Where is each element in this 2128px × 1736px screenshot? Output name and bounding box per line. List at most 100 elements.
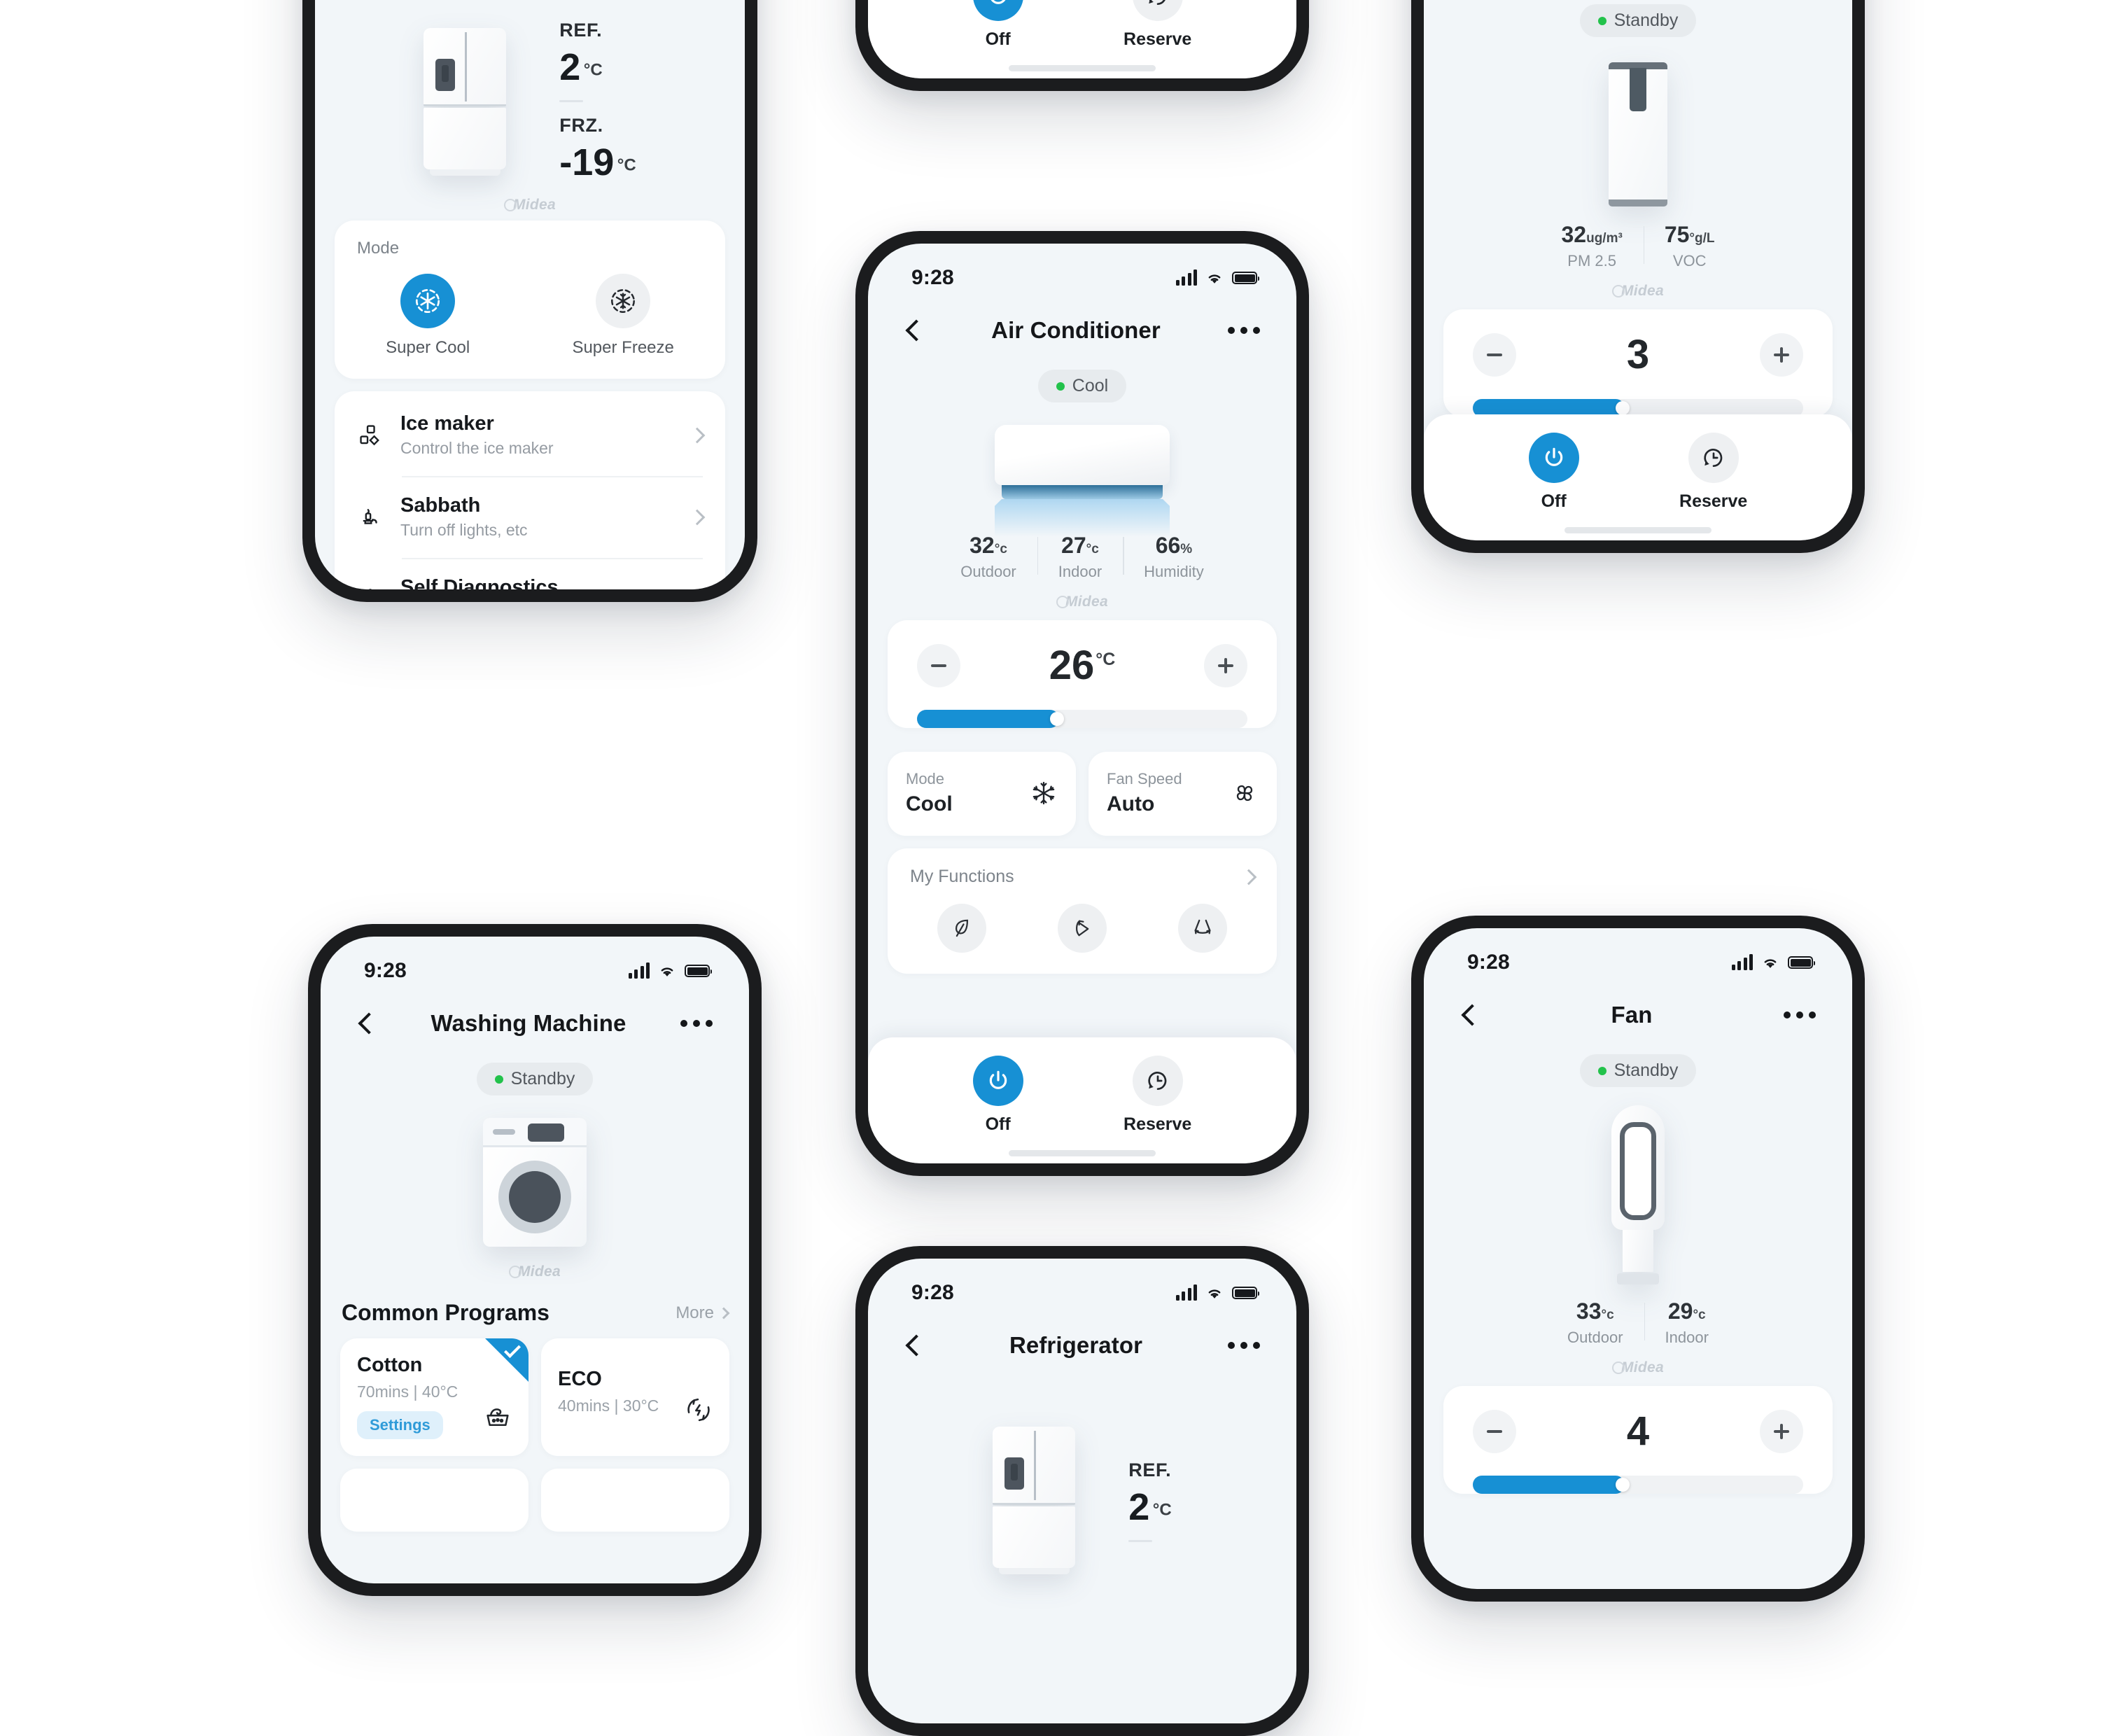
refrigerator-illustration — [424, 28, 507, 176]
feature-list-card: Ice maker Control the ice maker Sabbath — [335, 391, 725, 589]
program-detail: 70mins | 40°C — [357, 1382, 458, 1401]
more-options-button[interactable] — [1228, 1342, 1260, 1349]
temperature-card: 26°C — [888, 620, 1277, 728]
brand-logo: Midea — [315, 197, 745, 214]
temperature-slider[interactable] — [917, 710, 1247, 728]
reserve-button-label: Reserve — [1679, 491, 1748, 511]
phone-fan: 9:28 Fan Standby 33°c Outdoor 29°c Indoo… — [1411, 916, 1865, 1602]
list-item-self-diagnostics[interactable]: Self Diagnostics REF Fault Detection — [335, 558, 725, 589]
eco-bolt-icon — [683, 1394, 714, 1425]
leaf-icon[interactable] — [937, 904, 986, 953]
back-button[interactable] — [905, 1334, 927, 1357]
metric-value: 33 — [1576, 1298, 1602, 1324]
nav-bar: Fan — [1424, 990, 1852, 1040]
more-options-button[interactable] — [1228, 327, 1260, 334]
mode-card-label: Mode — [357, 239, 400, 258]
ref-label: REF. — [1128, 1459, 1172, 1480]
power-button[interactable]: Off — [972, 0, 1023, 50]
more-options-button[interactable] — [1784, 1011, 1816, 1018]
air-conditioner-illustration — [868, 425, 1296, 537]
chevron-right-icon[interactable] — [1240, 869, 1257, 885]
back-button[interactable] — [358, 1012, 380, 1035]
level-increase-button[interactable] — [1759, 1410, 1803, 1453]
fan-speed-tile[interactable]: Fan Speed Auto — [1088, 752, 1277, 836]
level-decrease-button[interactable] — [1473, 333, 1516, 377]
battery-icon — [1788, 956, 1815, 969]
mode-card: Mode Super Cool Super Freeze — [335, 220, 725, 379]
level-value: 4 — [1626, 1408, 1650, 1454]
home-indicator — [1009, 1150, 1156, 1156]
cellular-signal-icon — [1175, 270, 1197, 286]
air-purifier-metrics: 32ug/m³ PM 2.5 75°g/L VOC — [1424, 222, 1852, 270]
level-decrease-button[interactable] — [1473, 1410, 1516, 1453]
ref-unit: °C — [583, 60, 603, 80]
washing-machine-illustration — [321, 1118, 749, 1247]
screen-air-conditioner: 9:28 Air Conditioner Cool 32°c Outdoor 2… — [868, 244, 1296, 1163]
program-card-cotton[interactable]: Cotton 70mins | 40°C Settings — [340, 1338, 528, 1456]
back-button[interactable] — [905, 319, 927, 342]
status-bar: 9:28 — [868, 244, 1296, 298]
temperature-increase-button[interactable] — [1203, 644, 1247, 687]
metric-value: 66 — [1155, 533, 1181, 558]
brand-ring-icon — [1611, 1362, 1625, 1374]
power-button[interactable]: Off — [1528, 433, 1579, 512]
mode-tile[interactable]: Mode Cool — [888, 752, 1076, 836]
list-item-ice-maker[interactable]: Ice maker Control the ice maker — [335, 394, 725, 476]
selected-corner — [485, 1338, 528, 1382]
program-card-eco[interactable]: ECO 40mins | 30°C — [541, 1338, 729, 1456]
mode-super-cool[interactable]: Super Cool — [386, 274, 470, 358]
shield-check-icon — [357, 586, 400, 589]
air-purifier-illustration — [1424, 62, 1852, 206]
metric-unit: °c — [1693, 1308, 1706, 1322]
screen-refrigerator-tall: REF. 2 °C FRZ. -19 °C Midea Mode Super C… — [315, 0, 745, 589]
list-item-sabbath[interactable]: Sabbath Turn off lights, etc — [335, 476, 725, 558]
level-slider[interactable] — [1473, 1476, 1803, 1494]
snowflake-icon — [1030, 779, 1058, 807]
power-button[interactable]: Off — [972, 1056, 1023, 1135]
refrigerator-temperatures: REF. 2 °C FRZ. -19 °C — [559, 20, 636, 184]
ref-value: 2 — [1128, 1485, 1150, 1528]
slider-knob[interactable] — [1049, 712, 1064, 726]
list-item-title: Self Diagnostics — [400, 576, 559, 589]
reserve-button[interactable]: Reserve — [1124, 0, 1191, 50]
brand-ring-icon — [1056, 596, 1069, 608]
metric-label: Outdoor — [960, 563, 1016, 580]
battery-icon — [1232, 272, 1259, 284]
level-increase-button[interactable] — [1759, 333, 1803, 377]
metric-unit: °c — [1086, 542, 1099, 556]
wash-basket-icon — [482, 1401, 513, 1432]
metric-unit: °c — [1601, 1308, 1614, 1322]
settings-button[interactable]: Settings — [357, 1411, 443, 1439]
more-link[interactable]: More — [676, 1303, 730, 1323]
status-bar: 9:28 — [321, 937, 749, 991]
power-button-label: Off — [1541, 491, 1567, 511]
status-dot-icon — [1056, 382, 1065, 391]
chevron-right-icon — [689, 509, 706, 525]
reserve-button[interactable]: Reserve — [1124, 1056, 1191, 1135]
fan-speed-tile-label: Fan Speed — [1107, 770, 1182, 788]
power-icon — [1528, 433, 1579, 483]
brand-text: Midea — [1620, 283, 1664, 299]
swing-icon[interactable] — [1058, 904, 1107, 953]
temperature-decrease-button[interactable] — [917, 644, 960, 687]
reserve-button[interactable]: Reserve — [1679, 433, 1747, 512]
ref-unit: °C — [1152, 1500, 1172, 1520]
phone-refrigerator-tall: REF. 2 °C FRZ. -19 °C Midea Mode Super C… — [302, 0, 757, 602]
wifi-icon — [1208, 1289, 1221, 1298]
more-label: More — [676, 1303, 714, 1322]
clock-icon — [1132, 1056, 1183, 1106]
back-button[interactable] — [1461, 1004, 1483, 1026]
airflow-icon[interactable] — [1178, 904, 1227, 953]
cellular-signal-icon — [1731, 954, 1753, 970]
mode-super-freeze[interactable]: Super Freeze — [572, 274, 674, 358]
metric-voc: 75°g/L VOC — [1643, 222, 1736, 270]
program-card-placeholder[interactable] — [340, 1469, 528, 1532]
metric-humidity: 66% Humidity — [1123, 533, 1225, 581]
slider-knob[interactable] — [1616, 1478, 1630, 1492]
program-card-placeholder[interactable] — [541, 1469, 729, 1532]
mode-super-cool-label: Super Cool — [386, 338, 470, 357]
more-options-button[interactable] — [680, 1020, 713, 1027]
slider-knob[interactable] — [1616, 401, 1630, 415]
page-title: Air Conditioner — [991, 317, 1161, 343]
reserve-button-label: Reserve — [1124, 29, 1192, 49]
